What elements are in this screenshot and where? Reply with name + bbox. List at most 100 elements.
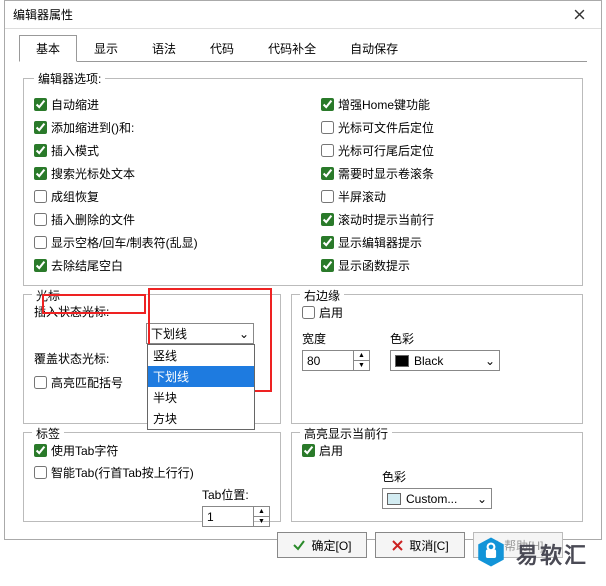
opt-right-label-3: 需要时显示卷滚条 <box>338 165 434 182</box>
opt-left-checkbox-0[interactable]: 自动缩进 <box>34 95 285 114</box>
highlight-legend: 高亮显示当前行 <box>300 425 392 442</box>
width-input[interactable] <box>303 351 353 370</box>
opt-right-input-0[interactable] <box>321 98 334 111</box>
tags-group: 标签 使用Tab字符 智能Tab(行首Tab按上行行) Tab位置: <box>23 432 281 522</box>
editor-options-group: 编辑器选项: 自动缩进添加缩进到()和:插入模式搜索光标处文本成组恢复插入删除的… <box>23 70 583 286</box>
brand-icon <box>474 535 508 572</box>
opt-right-checkbox-6[interactable]: 显示编辑器提示 <box>321 233 572 252</box>
tab-pos-label: Tab位置: <box>202 486 270 503</box>
tab-4[interactable]: 代码补全 <box>251 35 333 62</box>
opt-right-label-6: 显示编辑器提示 <box>338 234 422 251</box>
highlight-enable-checkbox[interactable]: 启用 <box>302 441 572 460</box>
highlight-color-combo[interactable]: Custom... ⌄ <box>382 488 492 509</box>
opt-right-input-6[interactable] <box>321 236 334 249</box>
cancel-button[interactable]: 取消[C] <box>375 532 465 558</box>
smart-tab-input[interactable] <box>34 466 47 479</box>
tab-pos-spinner[interactable]: ▲▼ <box>202 506 270 527</box>
brand-text: 易软汇 <box>516 538 588 570</box>
tab-3[interactable]: 代码 <box>193 35 251 62</box>
tab-1[interactable]: 显示 <box>77 35 135 62</box>
opt-right-checkbox-2[interactable]: 光标可行尾后定位 <box>321 141 572 160</box>
dropdown-option[interactable]: 方块 <box>148 408 254 429</box>
ok-label: 确定[O] <box>311 537 351 554</box>
opt-right-checkbox-0[interactable]: 增强Home键功能 <box>321 95 572 114</box>
dropdown-option[interactable]: 半块 <box>148 387 254 408</box>
tab-5[interactable]: 自动保存 <box>333 35 415 62</box>
use-tab-input[interactable] <box>34 444 47 457</box>
opt-right-input-2[interactable] <box>321 144 334 157</box>
x-icon <box>391 539 404 552</box>
width-spinner[interactable]: ▲▼ <box>302 350 370 371</box>
opt-right-checkbox-1[interactable]: 光标可文件后定位 <box>321 118 572 137</box>
close-icon <box>574 9 585 20</box>
highlight-enable-label: 启用 <box>319 442 343 459</box>
options-right-column: 增强Home键功能光标可文件后定位光标可行尾后定位需要时显示卷滚条半屏滚动滚动时… <box>321 95 572 275</box>
right-margin-group: 右边缘 启用 宽度 ▲▼ 色彩 <box>291 294 583 424</box>
opt-left-checkbox-2[interactable]: 插入模式 <box>34 141 285 160</box>
highlight-line-group: 高亮显示当前行 启用 色彩 Custom... ⌄ <box>291 432 583 522</box>
color-swatch <box>387 493 401 505</box>
options-left-column: 自动缩进添加缩进到()和: 插入模式搜索光标处文本成组恢复插入删除的文件显示空格/… <box>34 95 285 275</box>
use-tab-checkbox[interactable]: 使用Tab字符 <box>34 441 270 460</box>
margin-color-combo[interactable]: Black ⌄ <box>390 350 500 371</box>
opt-right-label-1: 光标可文件后定位 <box>338 119 434 136</box>
opt-right-input-7[interactable] <box>321 259 334 272</box>
close-button[interactable] <box>559 2 599 28</box>
insert-cursor-dropdown: 竖线下划线半块方块 <box>147 344 255 430</box>
use-tab-label: 使用Tab字符 <box>51 442 118 459</box>
opt-left-label-2: 插入模式 <box>51 142 99 159</box>
highlight-match-input[interactable] <box>34 376 47 389</box>
opt-right-label-0: 增强Home键功能 <box>338 96 430 113</box>
opt-left-checkbox-6[interactable]: 显示空格/回车/制表符(乱显) <box>34 233 285 252</box>
opt-left-label-5: 插入删除的文件 <box>51 211 135 228</box>
opt-left-input-7[interactable] <box>34 259 47 272</box>
spin-up-icon[interactable]: ▲ <box>354 351 369 361</box>
smart-tab-label: 智能Tab(行首Tab按上行行) <box>51 464 194 481</box>
dropdown-option[interactable]: 竖线 <box>148 345 254 366</box>
opt-right-input-5[interactable] <box>321 213 334 226</box>
opt-left-input-4[interactable] <box>34 190 47 203</box>
opt-right-checkbox-3[interactable]: 需要时显示卷滚条 <box>321 164 572 183</box>
check-icon <box>292 538 306 552</box>
opt-right-label-5: 滚动时提示当前行 <box>338 211 434 228</box>
ok-button[interactable]: 确定[O] <box>277 532 367 558</box>
cancel-label: 取消[C] <box>409 537 448 554</box>
smart-tab-checkbox[interactable]: 智能Tab(行首Tab按上行行) <box>34 463 270 482</box>
tab-0[interactable]: 基本 <box>19 35 77 62</box>
opt-right-checkbox-4[interactable]: 半屏滚动 <box>321 187 572 206</box>
brand-logo: 易软汇 <box>474 535 588 572</box>
opt-right-checkbox-5[interactable]: 滚动时提示当前行 <box>321 210 572 229</box>
opt-left-checkbox-3[interactable]: 搜索光标处文本 <box>34 164 285 183</box>
opt-left-input-1[interactable] <box>34 121 47 134</box>
opt-left-input-6[interactable] <box>34 236 47 249</box>
opt-left-input-0[interactable] <box>34 98 47 111</box>
window-title: 编辑器属性 <box>13 6 559 23</box>
highlight-enable-input[interactable] <box>302 444 315 457</box>
margin-color-label: 色彩 <box>390 330 500 347</box>
opt-left-input-2[interactable] <box>34 144 47 157</box>
opt-left-label-7: 去除结尾空白 <box>51 257 123 274</box>
opt-left-checkbox-4[interactable]: 成组恢复 <box>34 187 285 206</box>
opt-right-label-4: 半屏滚动 <box>338 188 386 205</box>
opt-left-checkbox-5[interactable]: 插入删除的文件 <box>34 210 285 229</box>
spin-down-icon[interactable]: ▼ <box>254 517 269 526</box>
opt-right-input-1[interactable] <box>321 121 334 134</box>
right-margin-enable-checkbox[interactable]: 启用 <box>302 303 572 322</box>
opt-left-input-3[interactable] <box>34 167 47 180</box>
opt-right-checkbox-7[interactable]: 显示函数提示 <box>321 256 572 275</box>
tab-2[interactable]: 语法 <box>135 35 193 62</box>
highlight-color-value: Custom... <box>406 492 457 506</box>
color-swatch <box>395 355 409 367</box>
opt-left-checkbox-7[interactable]: 去除结尾空白 <box>34 256 285 275</box>
right-margin-enable-input[interactable] <box>302 306 315 319</box>
opt-left-input-5[interactable] <box>34 213 47 226</box>
spin-up-icon[interactable]: ▲ <box>254 507 269 517</box>
tab-pos-input[interactable] <box>203 507 253 526</box>
opt-right-input-3[interactable] <box>321 167 334 180</box>
opt-left-checkbox-1[interactable]: 添加缩进到()和: <box>34 118 285 137</box>
dropdown-option[interactable]: 下划线 <box>148 366 254 387</box>
opt-right-input-4[interactable] <box>321 190 334 203</box>
opt-left-label-3: 搜索光标处文本 <box>51 165 135 182</box>
opt-right-label-7: 显示函数提示 <box>338 257 410 274</box>
spin-down-icon[interactable]: ▼ <box>354 361 369 370</box>
